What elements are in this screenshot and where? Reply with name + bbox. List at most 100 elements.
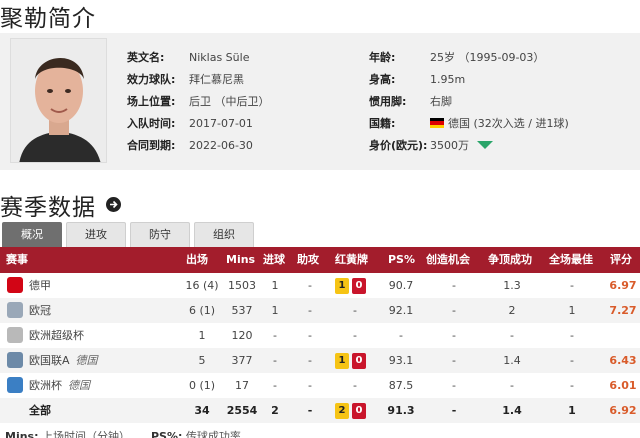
chances-cell: - bbox=[452, 354, 456, 367]
col-goals[interactable]: 进球 bbox=[263, 247, 285, 273]
competition-name[interactable]: 欧洲杯 德国 bbox=[29, 373, 90, 398]
team-value[interactable]: 拜仁慕尼黑 bbox=[189, 73, 244, 86]
section-arrow-icon[interactable] bbox=[106, 197, 121, 212]
col-chances[interactable]: 创造机会 bbox=[426, 247, 470, 273]
player-photo bbox=[10, 38, 107, 163]
foot-value: 右脚 bbox=[430, 95, 452, 108]
col-motm[interactable]: 全场最佳 bbox=[549, 247, 593, 273]
profile-card: 英文名: Niklas Süle 效力球队: 拜仁慕尼黑 场上位置: 后卫 （中… bbox=[0, 33, 640, 170]
chances-cell: - bbox=[452, 304, 456, 317]
competition-team: 德国 bbox=[75, 354, 98, 367]
rating-cell: 6.01 bbox=[609, 379, 637, 392]
team-label: 效力球队: bbox=[127, 73, 176, 86]
join-date-value: 2017-07-01 bbox=[189, 117, 253, 130]
red-card-icon: 0 bbox=[352, 353, 366, 369]
competition-label: 全部 bbox=[29, 404, 51, 417]
aerial-cell: - bbox=[510, 329, 514, 342]
nationality-label: 国籍: bbox=[369, 117, 396, 130]
competition-name[interactable]: 全部 bbox=[29, 398, 51, 423]
motm-cell: 1 bbox=[568, 404, 576, 417]
aerial-cell: 1.4 bbox=[503, 354, 521, 367]
yellow-card-icon: 2 bbox=[335, 403, 349, 419]
col-aerial[interactable]: 争顶成功 bbox=[488, 247, 532, 273]
assists-cell: - bbox=[308, 279, 312, 292]
section-title: 赛季数据 bbox=[0, 195, 96, 221]
competition-name[interactable]: 德甲 bbox=[29, 273, 51, 298]
height-value: 1.95m bbox=[430, 73, 466, 86]
contract-end-value: 2022-06-30 bbox=[189, 139, 253, 152]
foot-label: 惯用脚: bbox=[369, 95, 407, 108]
footnote-mins-label: Mins: bbox=[5, 430, 39, 438]
contract-end-label: 合同到期: bbox=[127, 139, 176, 152]
rating-cell: 6.43 bbox=[609, 354, 637, 367]
col-competition[interactable]: 赛事 bbox=[6, 247, 28, 273]
goals-cell: 2 bbox=[271, 404, 279, 417]
tab-attack[interactable]: 进攻 bbox=[66, 222, 126, 247]
col-rating[interactable]: 评分 bbox=[610, 247, 632, 273]
mins-cell: 120 bbox=[231, 329, 253, 342]
goals-cell: 1 bbox=[271, 304, 279, 317]
motm-cell: - bbox=[570, 354, 574, 367]
stats-table-header: 赛事 出场 Mins 进球 助攻 红黄牌 PS% 创造机会 争顶成功 全场最佳 … bbox=[0, 247, 640, 273]
nations-league-icon bbox=[7, 352, 23, 368]
competition-team: 德国 bbox=[68, 379, 90, 392]
competition-name[interactable]: 欧冠 bbox=[29, 298, 51, 323]
rating-cell: 6.97 bbox=[609, 279, 637, 292]
nationality-text: 德国 (32次入选 / 进1球) bbox=[448, 117, 569, 130]
goals-cell: - bbox=[273, 379, 277, 392]
col-pass-pct[interactable]: PS% bbox=[388, 247, 415, 273]
aerial-cell: 2 bbox=[508, 304, 516, 317]
col-minutes[interactable]: Mins bbox=[226, 247, 255, 273]
competition-label: 欧洲超级杯 bbox=[29, 329, 84, 342]
competition-name[interactable]: 欧国联A 德国 bbox=[29, 348, 98, 373]
red-card-icon: 0 bbox=[352, 403, 366, 419]
footnote-ps-label: PS%: bbox=[150, 430, 183, 438]
nationality-value: 德国 (32次入选 / 进1球) bbox=[430, 117, 569, 130]
cards-cell: - bbox=[353, 329, 357, 342]
col-cards[interactable]: 红黄牌 bbox=[335, 247, 368, 273]
competition-label: 欧国联A bbox=[29, 354, 70, 367]
pass-pct-cell: 87.5 bbox=[388, 379, 414, 392]
player-portrait-icon bbox=[11, 39, 106, 162]
tab-overview[interactable]: 概况 bbox=[2, 222, 62, 247]
chances-cell: - bbox=[452, 379, 456, 392]
rating-cell: 6.92 bbox=[609, 404, 637, 417]
cards-cell: 20 bbox=[335, 398, 375, 423]
english-name-label: 英文名: bbox=[127, 51, 165, 64]
assists-cell: - bbox=[308, 304, 312, 317]
tab-defense[interactable]: 防守 bbox=[130, 222, 190, 247]
market-value: 3500万 bbox=[430, 139, 493, 152]
tab-organize[interactable]: 组织 bbox=[194, 222, 254, 247]
mins-cell: 17 bbox=[235, 379, 249, 392]
col-appearances[interactable]: 出场 bbox=[186, 247, 208, 273]
euro-cup-icon bbox=[7, 377, 23, 393]
col-assists[interactable]: 助攻 bbox=[297, 247, 319, 273]
aerial-cell: - bbox=[510, 379, 514, 392]
market-value-text: 3500万 bbox=[430, 139, 469, 152]
motm-cell: - bbox=[570, 329, 574, 342]
aerial-cell: 1.3 bbox=[503, 279, 521, 292]
pass-pct-cell: 93.1 bbox=[388, 354, 414, 367]
footnote-ps-text: 传球成功率 bbox=[185, 430, 241, 438]
position-label: 场上位置: bbox=[127, 95, 176, 108]
pass-pct-cell: 92.1 bbox=[388, 304, 414, 317]
goals-cell: 1 bbox=[271, 279, 279, 292]
competition-name[interactable]: 欧洲超级杯 bbox=[29, 323, 84, 348]
cards-cell: - bbox=[353, 379, 357, 392]
join-date-label: 入队时间: bbox=[127, 117, 176, 130]
super-cup-icon bbox=[7, 327, 23, 343]
age-value: 25岁 （1995-09-03） bbox=[430, 51, 545, 64]
motm-cell: 1 bbox=[568, 304, 576, 317]
champions-league-icon bbox=[7, 302, 23, 318]
competition-label: 德甲 bbox=[29, 279, 51, 292]
bundesliga-icon bbox=[7, 277, 23, 293]
trend-up-icon bbox=[477, 141, 493, 149]
mins-cell: 537 bbox=[231, 304, 253, 317]
table-row: 欧冠 6 (1) 537 1-92.1-2 1 7.27- bbox=[0, 298, 640, 323]
competition-label: 欧洲杯 bbox=[29, 379, 62, 392]
age-label: 年龄: bbox=[369, 51, 396, 64]
profile-right-column: 年龄: 25岁 （1995-09-03） 身高: 1.95m 惯用脚: 右脚 国… bbox=[369, 51, 629, 161]
chances-cell: - bbox=[451, 404, 457, 417]
table-total-row: 全部 34 2554 2-91.3-1.4 1 6.92 2 0 bbox=[0, 398, 640, 423]
assists-cell: - bbox=[307, 404, 313, 417]
